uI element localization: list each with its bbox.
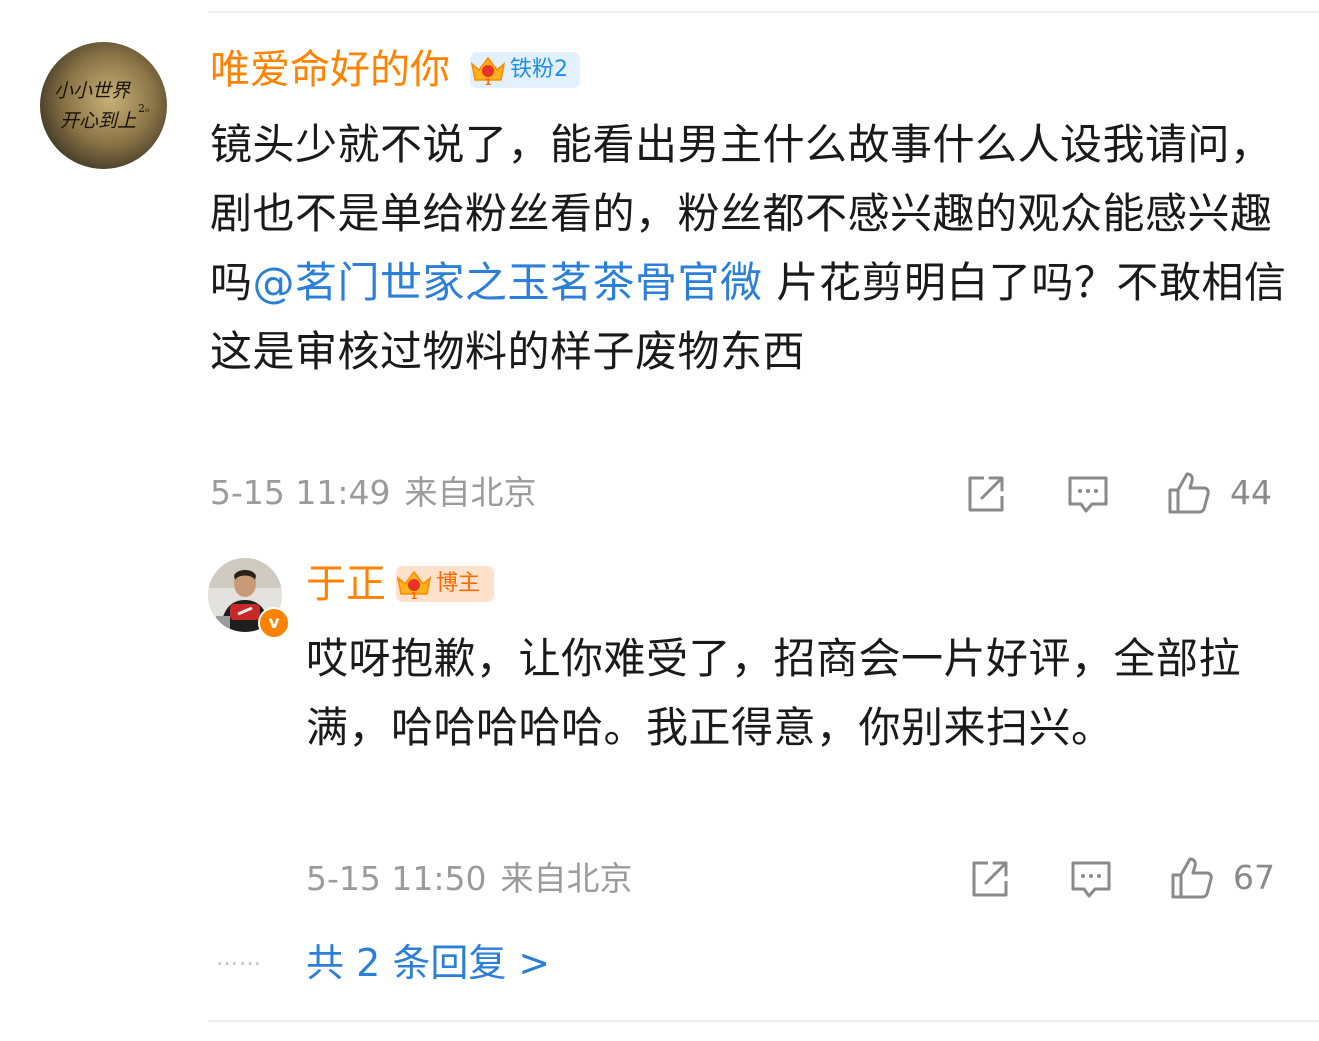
- comment-location: 来自北京: [404, 473, 537, 512]
- svg-text:1: 1: [411, 591, 418, 602]
- bottom-divider: [208, 1020, 1319, 1022]
- thumbs-up-icon: [1168, 472, 1210, 514]
- reply-location: 来自北京: [500, 859, 633, 898]
- more-dots: ……: [216, 946, 262, 971]
- comment-text: 镜头少就不说了，能看出男主什么故事什么人设我请问，剧也不是单给粉丝看的，粉丝都不…: [210, 110, 1300, 386]
- avatar-text-line1: 小小世界: [54, 80, 131, 102]
- blogger-badge-label: 博主: [436, 571, 481, 596]
- comment-button[interactable]: [1066, 472, 1110, 516]
- comment-icon: [1071, 861, 1111, 898]
- blogger-badge[interactable]: 1 博主: [396, 566, 494, 602]
- reply-comment-button[interactable]: [1069, 857, 1113, 901]
- share-button[interactable]: [964, 472, 1008, 516]
- mention-link[interactable]: @茗门世家之玉茗茶骨官微: [253, 258, 763, 307]
- reply-time: 5-15 11:50: [306, 859, 487, 898]
- username[interactable]: 唯爱命好的你: [210, 50, 450, 90]
- avatar[interactable]: 小小世界 开心到上 2ₒ: [40, 42, 167, 169]
- top-divider: [208, 11, 1319, 13]
- avatar-image: 小小世界 开心到上 2ₒ: [54, 80, 149, 132]
- reply-meta: 5-15 11:50 来自北京: [306, 862, 633, 895]
- reply-text: 哎呀抱歉，让你难受了，招商会一片好评，全部拉满，哈哈哈哈哈。我正得意，你别来扫兴…: [306, 634, 1242, 752]
- reply-share-button[interactable]: [968, 857, 1012, 901]
- more-replies-link[interactable]: 共 2 条回复 >: [306, 944, 550, 982]
- reply-username[interactable]: 于正: [306, 564, 386, 604]
- crown-icon: 1: [396, 570, 432, 602]
- verified-badge-icon: v: [258, 607, 290, 639]
- avatar-text-small: 2ₒ: [138, 102, 149, 115]
- like-count: 44: [1230, 473, 1272, 512]
- comment-time: 5-15 11:49: [210, 473, 391, 512]
- thumbs-up-icon: [1171, 857, 1213, 899]
- crown-icon: 1: [470, 56, 506, 88]
- share-icon: [972, 861, 1008, 897]
- like-button[interactable]: [1166, 470, 1212, 516]
- comment-meta: 5-15 11:49 来自北京: [210, 476, 537, 509]
- share-icon: [968, 476, 1004, 512]
- comment-icon: [1068, 476, 1108, 513]
- fan-badge[interactable]: 1 铁粉2: [470, 52, 580, 88]
- reply-like-button[interactable]: [1169, 855, 1215, 901]
- reply-like-count: 67: [1233, 858, 1275, 897]
- avatar-text-line2: 开心到上: [60, 110, 137, 132]
- fan-badge-label: 铁粉2: [510, 57, 568, 82]
- svg-text:1: 1: [485, 77, 492, 88]
